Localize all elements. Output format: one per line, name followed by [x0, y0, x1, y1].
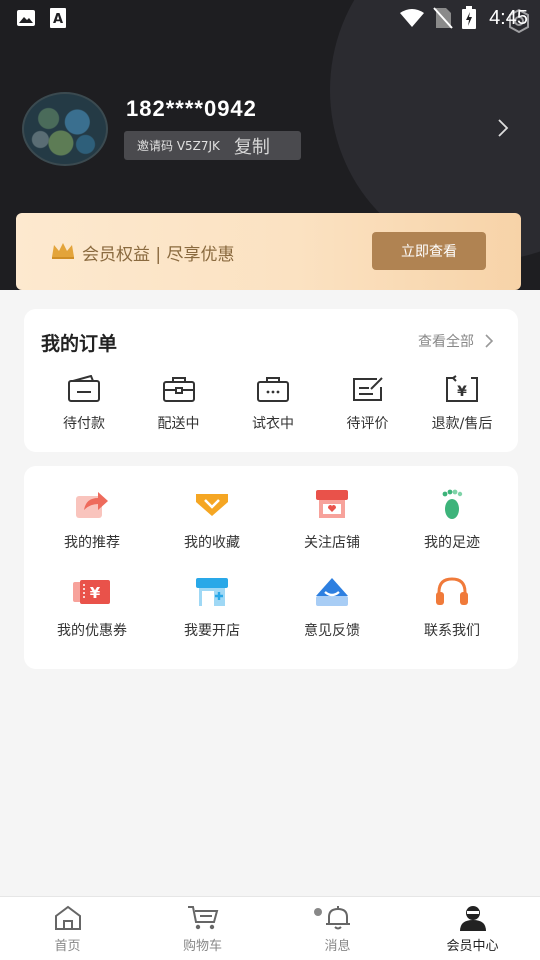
wifi-icon [400, 9, 425, 27]
home-icon [54, 905, 81, 930]
chevron-right-icon [485, 334, 494, 348]
refund-icon: ¥ [446, 375, 478, 402]
order-item-label: 待评价 [346, 416, 389, 432]
image-icon [17, 10, 35, 26]
invite-code-box: 邀请码 V5Z7JK 复制 [124, 131, 301, 160]
order-fitting[interactable]: 试衣中 [229, 375, 317, 433]
copy-button[interactable]: 复制 [234, 133, 270, 159]
service-contact-us[interactable]: 联系我们 [392, 576, 512, 640]
tab-label: 首页 [54, 939, 81, 954]
vip-banner-text: 会员权益 | 尽享优惠 [82, 245, 235, 265]
services-card: 我的推荐 我的收藏 关注店铺 我的足迹 ¥ 我的优惠券 我要开店 意见反馈 联系 [24, 466, 518, 669]
order-to-review[interactable]: 待评价 [324, 375, 412, 433]
coupon-icon: ¥ [73, 580, 110, 604]
service-my-coupons[interactable]: ¥ 我的优惠券 [32, 576, 152, 640]
crown-icon [52, 243, 74, 259]
service-my-recommend[interactable]: 我的推荐 [32, 488, 152, 552]
service-label: 联系我们 [424, 623, 480, 639]
service-label: 我的收藏 [184, 535, 240, 551]
battery-charging-icon [462, 6, 477, 29]
text-a-icon: A [50, 8, 66, 28]
tab-messages[interactable]: 消息 [270, 897, 405, 960]
vip-banner[interactable]: 会员权益 | 尽享优惠 立即查看 [16, 213, 521, 290]
service-open-shop[interactable]: 我要开店 [152, 576, 272, 640]
footprint-icon [442, 489, 463, 519]
user-icon [459, 906, 486, 931]
svg-text:A: A [53, 12, 63, 27]
service-label: 我的推荐 [64, 535, 120, 551]
invite-code: 邀请码 V5Z7JK [137, 139, 220, 153]
order-refund[interactable]: ¥ 退款/售后 [418, 375, 506, 433]
user-phone: 182****0942 [126, 96, 257, 121]
orders-title: 我的订单 [41, 333, 118, 355]
service-followed-shops[interactable]: 关注店铺 [272, 488, 392, 552]
service-my-footprints[interactable]: 我的足迹 [392, 488, 512, 552]
vip-view-button[interactable]: 立即查看 [372, 232, 486, 270]
review-icon [352, 377, 383, 401]
headset-icon [436, 577, 468, 605]
fitting-box-icon [257, 377, 289, 402]
tab-home[interactable]: 首页 [0, 897, 135, 960]
tab-label: 购物车 [182, 939, 222, 954]
avatar[interactable] [22, 92, 108, 166]
orders-card: 我的订单 查看全部 待付款 配送中 试衣中 待评价 ¥ 退款/售后 [24, 309, 518, 452]
unread-badge [314, 908, 322, 916]
view-all-orders-link[interactable]: 查看全部 [418, 331, 494, 351]
svg-text:¥: ¥ [90, 584, 101, 602]
order-item-label: 试衣中 [252, 416, 294, 432]
shop-icon [316, 490, 348, 518]
order-item-label: 配送中 [157, 416, 200, 432]
open-shop-icon [196, 578, 228, 606]
tab-label: 消息 [324, 939, 351, 954]
chevron-right-icon[interactable] [496, 118, 510, 138]
service-label: 关注店铺 [304, 535, 360, 551]
service-label: 我的优惠券 [57, 623, 127, 639]
tab-member-center[interactable]: 会员中心 [405, 897, 540, 960]
delivery-box-icon [162, 377, 195, 402]
service-label: 我的足迹 [424, 535, 480, 551]
tab-label: 会员中心 [446, 939, 499, 954]
tab-cart[interactable]: 购物车 [135, 897, 270, 960]
order-item-label: 待付款 [63, 416, 105, 432]
favorite-icon [196, 494, 228, 516]
view-all-label: 查看全部 [418, 334, 474, 350]
bell-icon [325, 906, 350, 930]
order-pending-payment[interactable]: 待付款 [40, 375, 128, 433]
share-icon [76, 492, 108, 518]
service-feedback[interactable]: 意见反馈 [272, 576, 392, 640]
wallet-icon [68, 375, 100, 402]
cart-icon [187, 906, 218, 930]
order-delivering[interactable]: 配送中 [135, 375, 223, 433]
service-label: 意见反馈 [304, 623, 360, 639]
feedback-icon [316, 578, 348, 606]
no-sim-icon [433, 7, 453, 29]
settings-icon[interactable] [506, 8, 532, 34]
svg-text:¥: ¥ [457, 384, 467, 400]
service-label: 我要开店 [184, 623, 240, 639]
service-my-favorites[interactable]: 我的收藏 [152, 488, 272, 552]
bottom-tab-bar: 首页 购物车 消息 会员中心 [0, 896, 540, 960]
status-bar: A 4:45 [0, 0, 540, 36]
order-item-label: 退款/售后 [431, 416, 493, 432]
